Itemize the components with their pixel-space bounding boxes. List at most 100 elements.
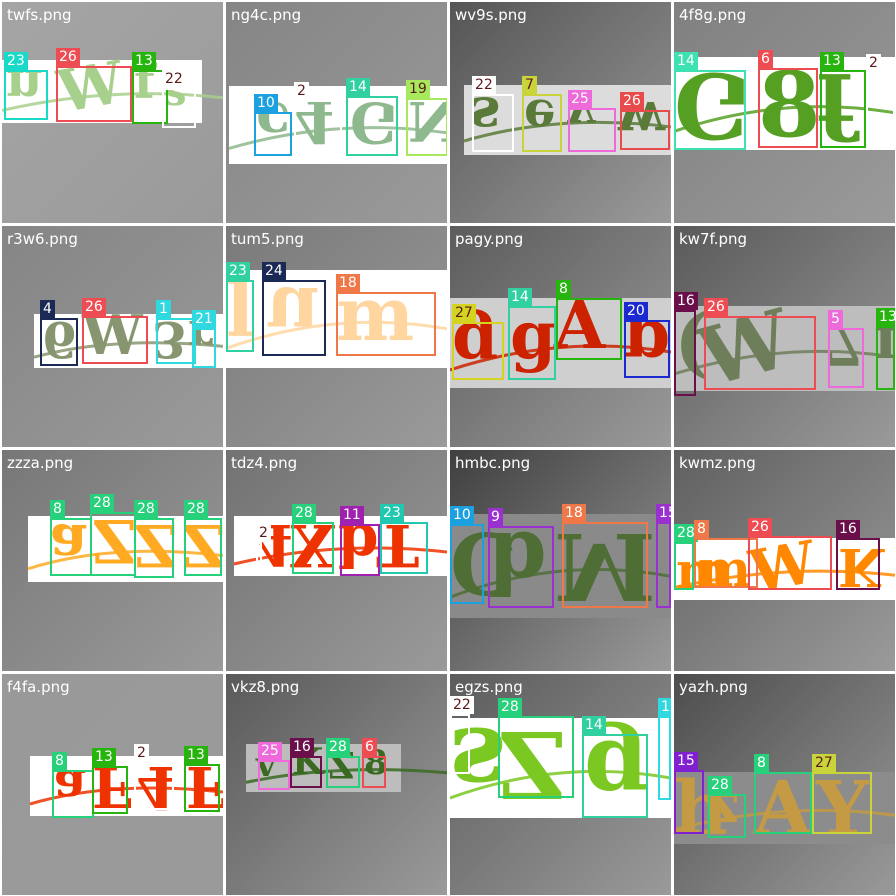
detection-box bbox=[184, 764, 220, 812]
class-id-label: 23 bbox=[226, 262, 250, 280]
class-id-label: 15 bbox=[674, 752, 698, 770]
tile-filename: tdz4.png bbox=[231, 454, 298, 472]
detection-box bbox=[256, 542, 262, 576]
detection-box bbox=[362, 756, 386, 788]
detection-tile: 4 Xb T 2 28 11 23 tdz4.png bbox=[226, 450, 447, 671]
detection-box bbox=[336, 292, 436, 356]
class-id-label: 8 bbox=[52, 752, 67, 770]
detection-box bbox=[294, 100, 342, 162]
detection-box bbox=[52, 770, 94, 818]
detection-box bbox=[562, 522, 648, 608]
detection-box bbox=[708, 794, 746, 838]
class-id-label: 9 bbox=[488, 508, 503, 526]
detection-box bbox=[658, 716, 671, 800]
class-id-label: 28 bbox=[184, 500, 208, 518]
detection-tile: l u m 23 24 18 tum5.png bbox=[226, 226, 447, 447]
detection-box bbox=[704, 316, 816, 390]
class-id-label: 20 bbox=[624, 302, 648, 320]
detection-box bbox=[90, 512, 136, 576]
detection-box bbox=[828, 328, 864, 388]
detection-tile: n Wf s 23 26 13 22 twfs.png bbox=[2, 2, 223, 223]
class-id-label: 12 bbox=[658, 698, 671, 716]
detection-box bbox=[292, 522, 334, 574]
detection-box bbox=[4, 70, 48, 120]
class-id-label: 22 bbox=[162, 70, 186, 88]
detection-box bbox=[452, 322, 504, 380]
class-id-label: 26 bbox=[704, 298, 728, 316]
detection-box bbox=[582, 734, 648, 818]
class-id-label: 14 bbox=[674, 52, 698, 70]
class-id-label: 1 bbox=[156, 300, 171, 318]
tile-filename: r3w6.png bbox=[7, 230, 78, 248]
class-id-label: 8 bbox=[50, 500, 65, 518]
class-id-label: 10 bbox=[254, 94, 278, 112]
detection-box bbox=[620, 110, 670, 150]
detection-box bbox=[656, 522, 671, 608]
detection-box bbox=[556, 298, 622, 360]
detection-box bbox=[56, 66, 132, 122]
detection-box bbox=[290, 756, 322, 788]
detection-tile: 6 W 3 r 4 26 1 21 r3w6.png bbox=[2, 226, 223, 447]
class-id-label: 16 bbox=[836, 520, 860, 538]
detection-box bbox=[346, 96, 398, 156]
detection-tile: h z A Y 15 28 8 27 yazh.png bbox=[674, 674, 895, 895]
class-id-label: 26 bbox=[82, 298, 106, 316]
detection-tile: g g Ap 27 14 8 20 pagy.png bbox=[450, 226, 671, 447]
class-id-label: 27 bbox=[812, 754, 836, 772]
detection-box bbox=[82, 316, 148, 364]
class-id-label: 6 bbox=[362, 738, 377, 756]
detection-tile: CbM1091815hmbc.png bbox=[450, 450, 671, 671]
detection-box bbox=[674, 70, 746, 150]
tile-filename: twfs.png bbox=[7, 6, 72, 24]
class-id-label: 2 bbox=[866, 54, 881, 72]
detection-box bbox=[258, 760, 290, 790]
class-id-label: 27 bbox=[452, 304, 476, 322]
class-id-label: 24 bbox=[262, 262, 286, 280]
detection-box bbox=[406, 98, 447, 156]
detection-box bbox=[754, 772, 812, 834]
detection-box bbox=[568, 108, 616, 152]
class-id-label: 13 bbox=[92, 748, 116, 766]
class-id-label: 28 bbox=[498, 698, 522, 716]
detection-box bbox=[92, 766, 128, 814]
detection-box bbox=[192, 328, 216, 368]
tile-filename: zzza.png bbox=[7, 454, 74, 472]
class-id-label: 6 bbox=[758, 50, 773, 68]
detection-box bbox=[876, 326, 895, 390]
detection-box bbox=[866, 72, 895, 150]
detection-box bbox=[674, 770, 704, 834]
class-id-label: 28 bbox=[292, 504, 316, 522]
class-id-label: 18 bbox=[336, 274, 360, 292]
class-id-label: 26 bbox=[748, 518, 772, 536]
detection-tile: c4GN1021419ng4c.png bbox=[226, 2, 447, 223]
class-id-label: 28 bbox=[90, 494, 114, 512]
detection-box bbox=[836, 538, 880, 590]
detection-box bbox=[812, 772, 872, 834]
detection-box bbox=[156, 318, 196, 364]
tile-filename: vkz8.png bbox=[231, 678, 300, 696]
class-id-label: 19 bbox=[406, 80, 430, 98]
detection-box bbox=[50, 518, 92, 576]
detection-box bbox=[226, 280, 254, 352]
class-id-label: 14 bbox=[346, 78, 370, 96]
detection-tile: m m W K 28 8 26 16 kwmz.png bbox=[674, 450, 895, 671]
class-id-label: 25 bbox=[568, 90, 592, 108]
class-id-label: 2 bbox=[294, 82, 309, 100]
tile-filename: wv9s.png bbox=[455, 6, 527, 24]
class-id-label: 4 bbox=[40, 300, 55, 318]
class-id-label: 14 bbox=[582, 716, 606, 734]
tile-filename: pagy.png bbox=[455, 230, 524, 248]
detection-tile: G 8 f 14 6 13 2 4f8g.png bbox=[674, 2, 895, 223]
tile-filename: kwmz.png bbox=[679, 454, 756, 472]
detection-box bbox=[488, 526, 554, 608]
detection-box bbox=[340, 524, 380, 576]
detection-box bbox=[674, 310, 696, 396]
class-id-label: 26 bbox=[620, 92, 644, 110]
detection-box bbox=[820, 70, 866, 148]
detection-box bbox=[450, 524, 484, 604]
class-id-label: 8 bbox=[556, 280, 571, 298]
class-id-label: 13 bbox=[132, 52, 156, 70]
detection-box bbox=[450, 714, 470, 774]
class-id-label: 10 bbox=[450, 506, 474, 524]
detection-tile: a Z Z Z 8 28 28 28 zzza.png bbox=[2, 450, 223, 671]
